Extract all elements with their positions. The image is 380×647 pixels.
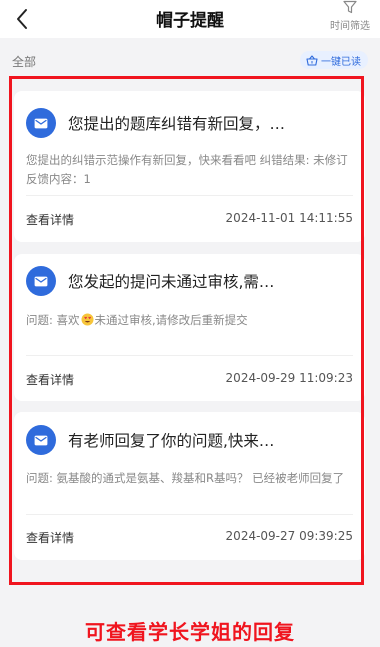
top-bar: 帽子提醒 时间筛选 [0,0,380,38]
mark-all-read-button[interactable]: 一键已读 [300,51,368,69]
time-filter-button[interactable]: 时间筛选 [328,0,372,36]
mark-all-read-label: 一键已读 [321,56,361,68]
basket-icon [306,54,318,66]
page-title: 帽子提醒 [156,11,224,31]
highlight-frame [9,76,364,585]
promo-caption: 可查看学长学姐的回复 [85,620,295,644]
filter-bar: 全部 一键已读 [0,44,380,74]
time-filter-label: 时间筛选 [330,21,370,32]
all-filter-tab[interactable]: 全部 [12,53,36,70]
filter-icon [343,0,357,14]
